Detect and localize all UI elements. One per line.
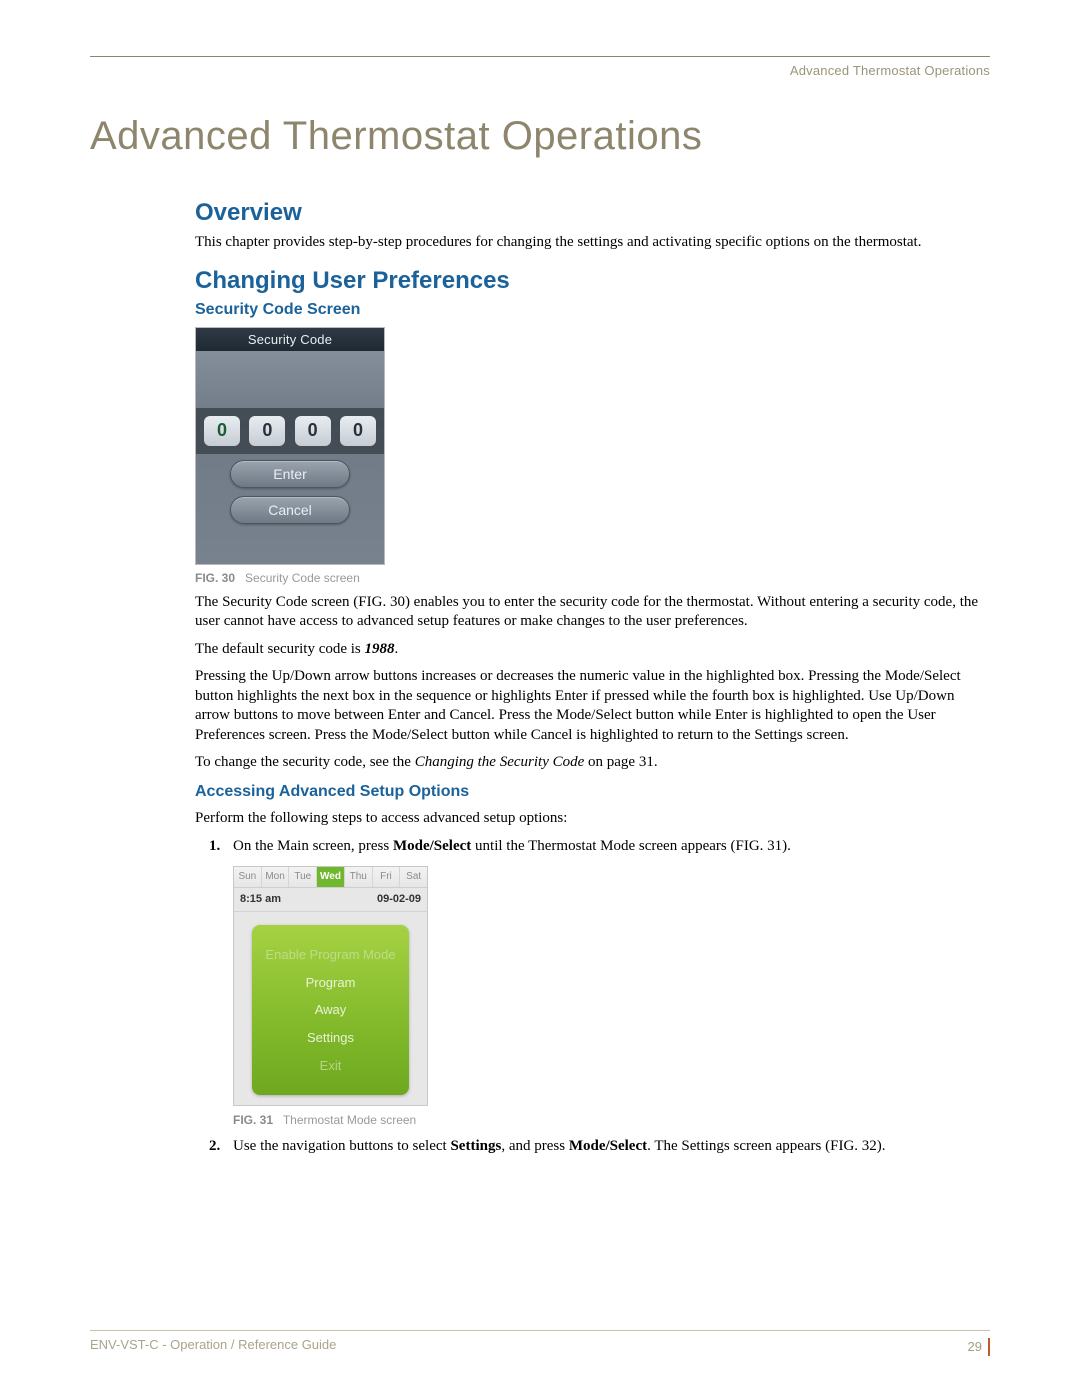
footer-page-number: 29 [968, 1337, 990, 1355]
day-fri[interactable]: Fri [373, 867, 401, 887]
security-code-header: Security Code [196, 328, 384, 351]
mode-exit[interactable]: Exit [252, 1057, 409, 1075]
figure-security-code: Security Code 0 0 0 0 Enter Cancel [195, 327, 385, 565]
day-sat[interactable]: Sat [400, 867, 427, 887]
fig31-text: Thermostat Mode screen [283, 1113, 416, 1127]
changeref-pre: To change the security code, see the [195, 754, 415, 770]
day-thu[interactable]: Thu [345, 867, 373, 887]
step1-post: until the Thermostat Mode screen appears… [471, 838, 791, 854]
security-para-change-ref: To change the security code, see the Cha… [195, 753, 990, 773]
figure-thermostat-mode: Sun Mon Tue Wed Thu Fri Sat 8:15 am 09-0… [233, 866, 428, 1106]
footer-left: ENV-VST-C - Operation / Reference Guide [90, 1337, 336, 1355]
mode-panel: Enable Program Mode Program Away Setting… [252, 925, 409, 1095]
step2-pre: Use the navigation buttons to select [233, 1138, 450, 1154]
footer-bar-icon [988, 1338, 990, 1356]
step2-settings: Settings [450, 1138, 501, 1154]
day-mon[interactable]: Mon [262, 867, 290, 887]
steps-list: On the Main screen, press Mode/Select un… [195, 836, 990, 1157]
step-1: On the Main screen, press Mode/Select un… [209, 836, 990, 1128]
day-tue[interactable]: Tue [289, 867, 317, 887]
chapter-title: Advanced Thermostat Operations [90, 114, 990, 159]
code-digit-4[interactable]: 0 [340, 416, 376, 446]
changeref-link: Changing the Security Code [415, 754, 585, 770]
top-rule [90, 56, 990, 57]
security-code-digits: 0 0 0 0 [196, 408, 384, 454]
fig30-caption: FIG. 30 Security Code screen [195, 571, 990, 585]
day-sun[interactable]: Sun [234, 867, 262, 887]
step1-pre: On the Main screen, press [233, 838, 393, 854]
date-label: 09-02-09 [377, 892, 421, 907]
security-para-default: The default security code is 1988. [195, 640, 990, 660]
enter-button[interactable]: Enter [230, 460, 350, 488]
security-para-1: The Security Code screen (FIG. 30) enabl… [195, 593, 990, 632]
code-digit-3[interactable]: 0 [295, 416, 331, 446]
fig30-label: FIG. 30 [195, 571, 235, 585]
heading-changing-user-prefs: Changing User Preferences [195, 267, 990, 295]
step2-mid: , and press [501, 1138, 569, 1154]
fig31-caption: FIG. 31 Thermostat Mode screen [233, 1112, 990, 1128]
access-intro: Perform the following steps to access ad… [195, 809, 990, 829]
time-label: 8:15 am [240, 892, 281, 907]
step2-modeselect: Mode/Select [569, 1138, 647, 1154]
heading-security-code-screen: Security Code Screen [195, 301, 990, 319]
step2-post: . The Settings screen appears (FIG. 32). [647, 1138, 885, 1154]
security-para-instructions: Pressing the Up/Down arrow buttons incre… [195, 667, 990, 745]
security-default-post: . [395, 641, 399, 657]
heading-accessing-advanced: Accessing Advanced Setup Options [195, 783, 990, 801]
mode-settings[interactable]: Settings [252, 1029, 409, 1047]
mode-program[interactable]: Program [252, 974, 409, 992]
mode-enable-program[interactable]: Enable Program Mode [252, 946, 409, 964]
mode-away[interactable]: Away [252, 1001, 409, 1019]
step-2: Use the navigation buttons to select Set… [209, 1136, 990, 1156]
heading-overview: Overview [195, 199, 990, 227]
security-default-code: 1988 [365, 641, 395, 657]
fig30-text: Security Code screen [245, 571, 360, 585]
day-wed[interactable]: Wed [317, 867, 345, 887]
time-date-bar: 8:15 am 09-02-09 [234, 888, 427, 912]
step1-modeselect: Mode/Select [393, 838, 471, 854]
changeref-post: on page 31. [584, 754, 657, 770]
code-digit-1[interactable]: 0 [204, 416, 240, 446]
fig31-label: FIG. 31 [233, 1113, 273, 1127]
cancel-button[interactable]: Cancel [230, 496, 350, 524]
running-head: Advanced Thermostat Operations [90, 63, 990, 78]
overview-paragraph: This chapter provides step-by-step proce… [195, 233, 990, 253]
security-default-pre: The default security code is [195, 641, 365, 657]
page-number: 29 [968, 1339, 982, 1354]
footer: ENV-VST-C - Operation / Reference Guide … [90, 1330, 990, 1355]
day-row: Sun Mon Tue Wed Thu Fri Sat [234, 867, 427, 888]
code-digit-2[interactable]: 0 [249, 416, 285, 446]
